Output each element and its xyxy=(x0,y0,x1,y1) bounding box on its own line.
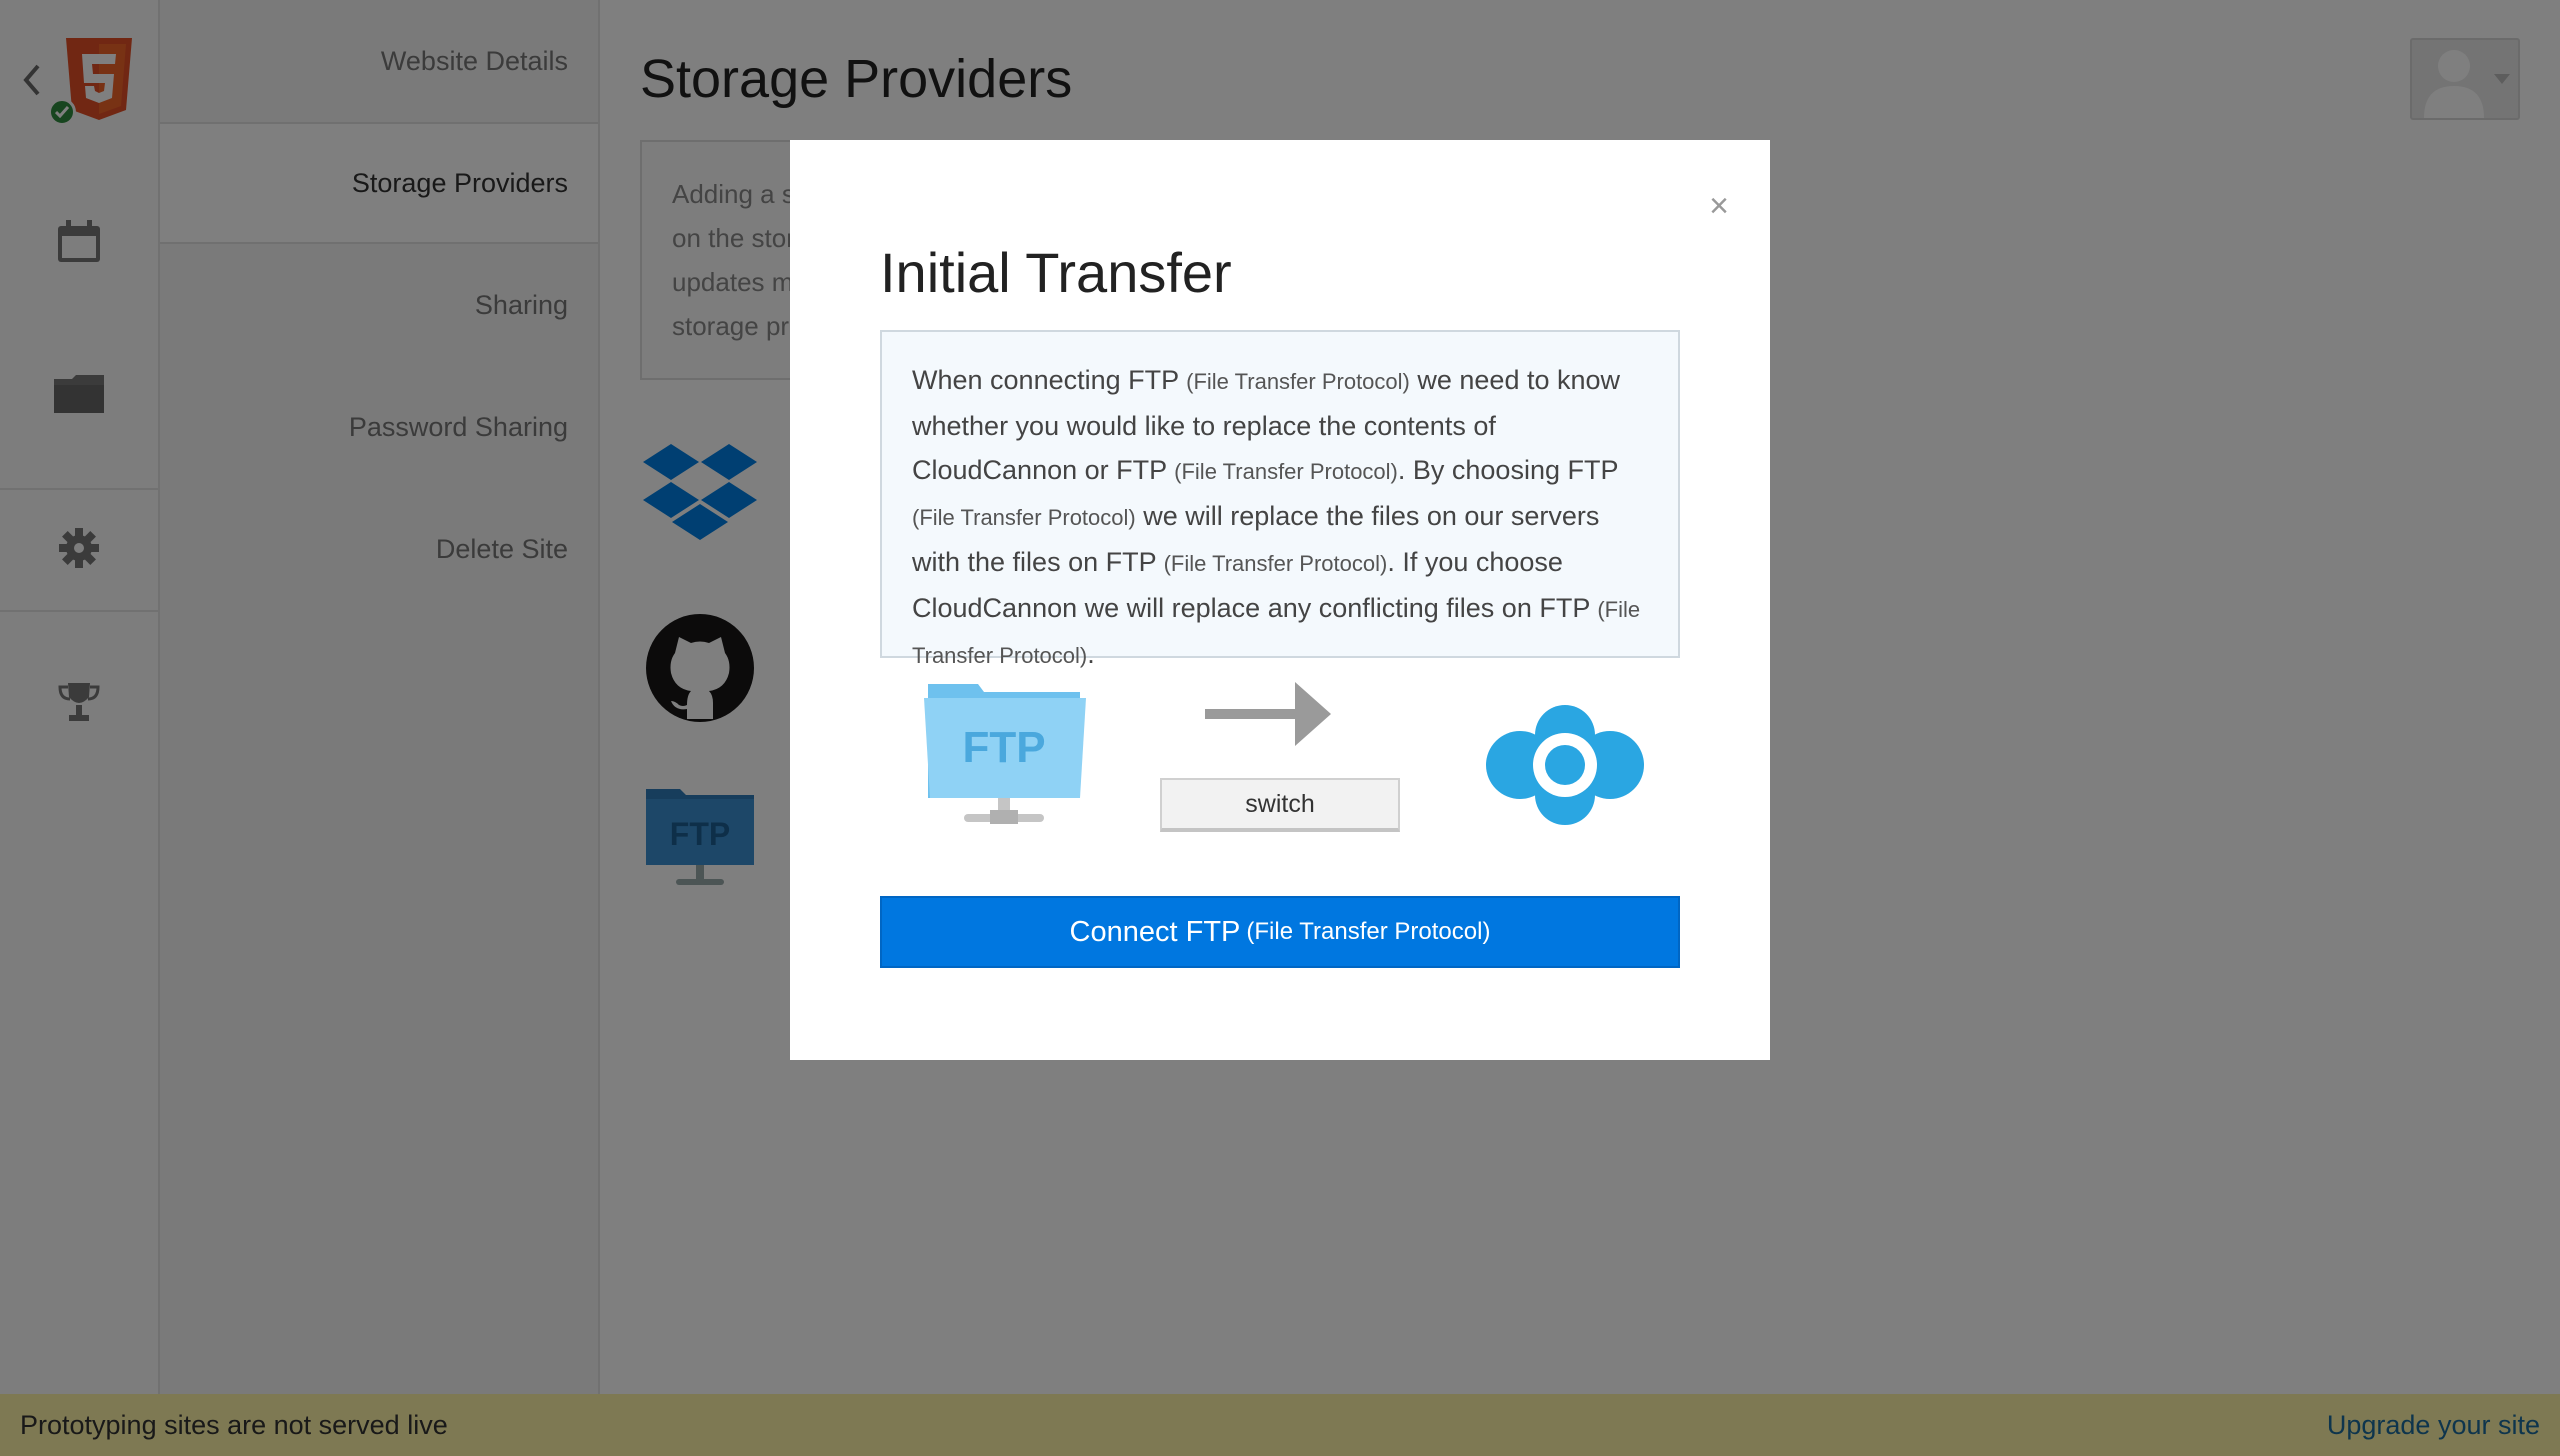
switch-button[interactable]: switch xyxy=(1160,778,1400,832)
transfer-direction: FTP switch xyxy=(880,680,1680,840)
initial-transfer-modal: × Initial Transfer When connecting FTP (… xyxy=(790,140,1770,1060)
close-icon[interactable]: × xyxy=(1704,189,1734,223)
arrow-right-icon xyxy=(1205,680,1335,750)
connect-ftp-button[interactable]: Connect FTP (File Transfer Protocol) xyxy=(880,896,1680,968)
cloudcannon-logo xyxy=(1480,705,1650,825)
ftp-label: FTP xyxy=(962,723,1045,772)
modal-title: Initial Transfer xyxy=(880,241,1232,304)
ftp-folder-icon: FTP xyxy=(920,680,1090,830)
transfer-description: When connecting FTP (File Transfer Proto… xyxy=(880,330,1680,669)
